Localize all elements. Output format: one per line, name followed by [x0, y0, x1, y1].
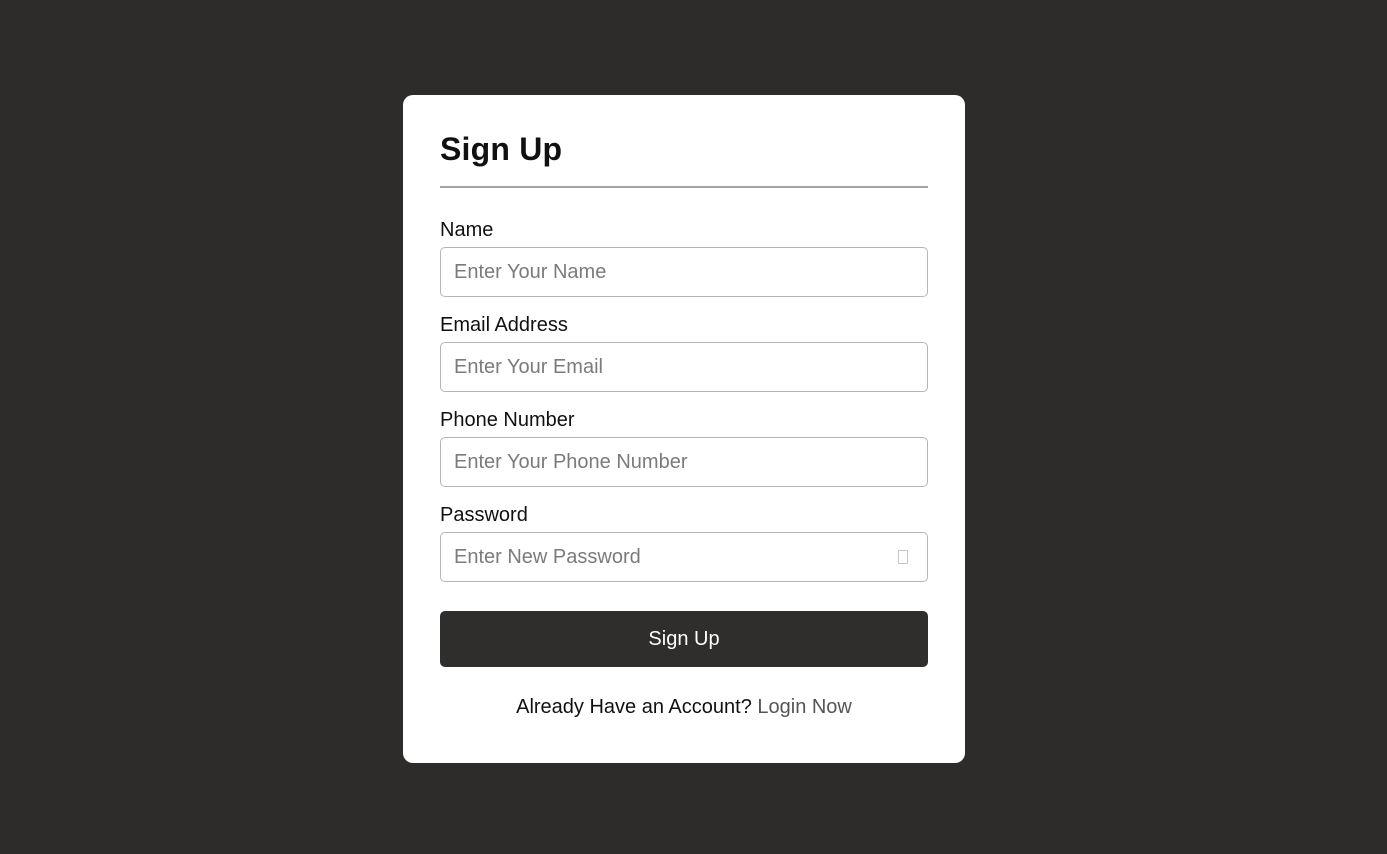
password-label: Password: [440, 504, 528, 526]
name-input[interactable]: [440, 247, 928, 297]
name-label: Name: [440, 219, 494, 241]
phone-input[interactable]: [440, 437, 928, 487]
login-prompt: Already Have an Account? Login Now: [440, 694, 928, 720]
login-prompt-text: Already Have an Account?: [516, 696, 752, 718]
email-label: Email Address: [440, 314, 568, 336]
phone-label: Phone Number: [440, 409, 575, 431]
password-input[interactable]: [440, 532, 928, 582]
email-input[interactable]: [440, 342, 928, 392]
login-now-link[interactable]: Login Now: [757, 696, 852, 718]
phone-field-group: Phone Number: [440, 407, 928, 487]
page-title: Sign Up: [440, 131, 563, 167]
eye-icon[interactable]: [898, 550, 908, 564]
signup-button[interactable]: Sign Up: [440, 611, 928, 667]
signup-card: Sign Up Name Email Address Phone Number …: [403, 95, 965, 763]
title-divider: [440, 186, 928, 188]
name-field-group: Name: [440, 217, 928, 297]
email-field-group: Email Address: [440, 312, 928, 392]
password-field-group: Password: [440, 502, 928, 582]
